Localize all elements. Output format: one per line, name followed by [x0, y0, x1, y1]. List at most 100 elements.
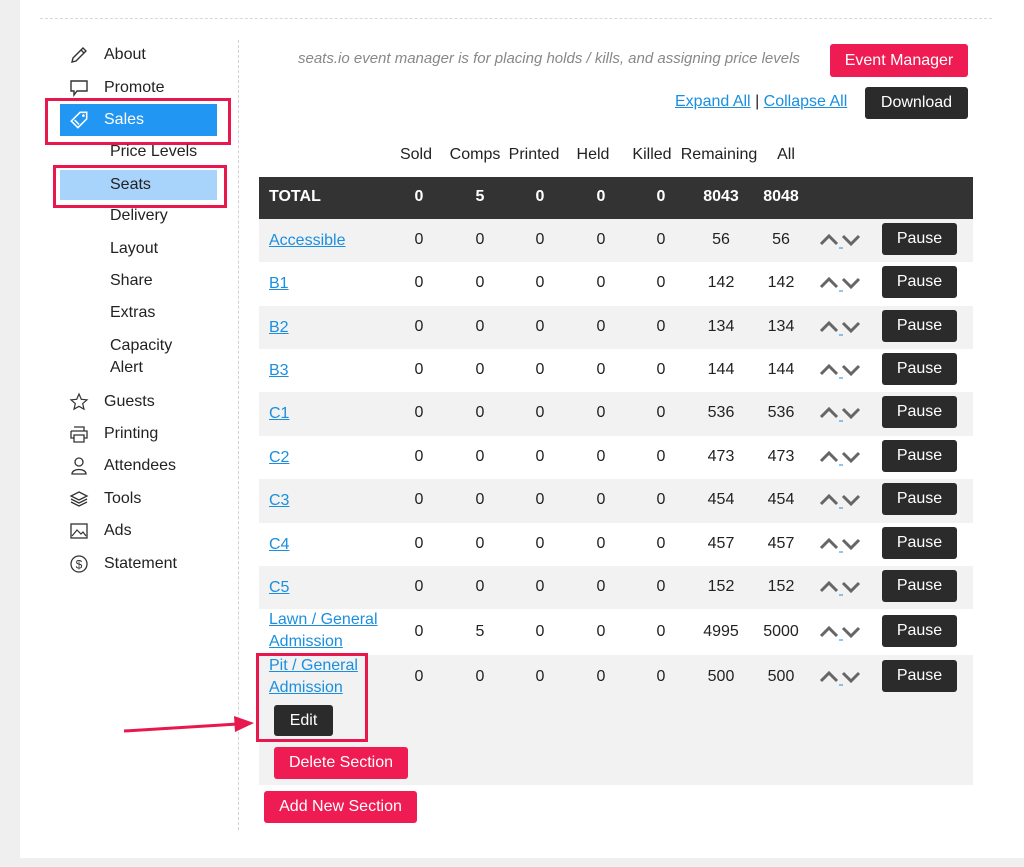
reorder-arrows[interactable] [819, 273, 865, 293]
chevron-up-icon[interactable] [819, 580, 839, 593]
cell-printed: 0 [535, 578, 545, 595]
cell-remaining: 152 [707, 578, 735, 595]
reorder-arrows[interactable] [819, 360, 865, 380]
cell-sold: 0 [414, 535, 424, 552]
cell-sold: 0 [414, 578, 424, 595]
chevron-down-icon[interactable] [841, 277, 861, 290]
cell-comps: 0 [475, 318, 485, 335]
pause-button[interactable]: Pause [882, 570, 957, 602]
cell-killed: 0 [656, 318, 666, 335]
chevron-down-icon[interactable] [841, 321, 861, 334]
chevron-up-icon[interactable] [819, 625, 839, 638]
pause-button[interactable]: Pause [882, 310, 957, 342]
collapse-all-link[interactable]: Collapse All [764, 93, 848, 110]
sidebar-sub-label: Capacity [110, 337, 173, 354]
chevron-down-icon[interactable] [841, 364, 861, 377]
add-new-section-button[interactable]: Add New Section [264, 791, 417, 823]
reorder-arrows[interactable] [819, 447, 865, 467]
cell-remaining: 500 [707, 668, 735, 685]
sidebar-sub-capacity-alert[interactable]: Capacity Alert [110, 335, 172, 379]
section-name-link[interactable]: B3 [269, 360, 289, 382]
reorder-arrows[interactable] [819, 403, 865, 423]
chevron-up-icon[interactable] [819, 537, 839, 550]
pencil-icon [68, 44, 90, 66]
sidebar-item-promote[interactable]: Promote [68, 76, 164, 100]
pause-button[interactable]: Pause [882, 353, 957, 385]
cell-held: 0 [596, 491, 606, 508]
cell-killed: 0 [656, 623, 666, 640]
chevron-down-icon[interactable] [841, 626, 861, 639]
expand-all-link[interactable]: Expand All [675, 93, 751, 110]
pause-button[interactable]: Pause [882, 660, 957, 692]
sidebar-sub-delivery[interactable]: Delivery [110, 205, 168, 227]
sidebar-item-guests[interactable]: Guests [68, 390, 155, 414]
sidebar-item-statement[interactable]: $ Statement [68, 552, 177, 576]
reorder-arrows[interactable] [819, 317, 865, 337]
pause-button[interactable]: Pause [882, 440, 957, 472]
section-name-link[interactable]: C1 [269, 403, 289, 425]
chevron-up-icon[interactable] [819, 233, 839, 246]
sidebar-item-tools[interactable]: Tools [68, 487, 141, 511]
cell-comps: 0 [475, 491, 485, 508]
section-name-link[interactable]: C5 [269, 577, 289, 599]
sidebar-item-ads[interactable]: Ads [68, 519, 132, 543]
sidebar-item-label: Statement [104, 555, 177, 572]
section-name-link[interactable]: C4 [269, 534, 289, 556]
sidebar-sub-price-levels[interactable]: Price Levels [110, 141, 197, 163]
reorder-arrows[interactable] [819, 577, 865, 597]
sidebar-item-attendees[interactable]: Attendees [68, 454, 176, 478]
section-name-link[interactable]: B2 [269, 317, 289, 339]
delete-section-button[interactable]: Delete Section [274, 747, 408, 779]
total-label: TOTAL [269, 188, 321, 205]
chevron-up-icon[interactable] [819, 493, 839, 506]
column-header-remaining: Remaining [680, 146, 758, 163]
sidebar-sub-share[interactable]: Share [110, 270, 153, 292]
pause-button[interactable]: Pause [882, 223, 957, 255]
chevron-up-icon[interactable] [819, 363, 839, 376]
chevron-down-icon[interactable] [841, 234, 861, 247]
reorder-arrows[interactable] [819, 622, 865, 642]
cell-sold: 0 [414, 623, 424, 640]
chevron-up-icon[interactable] [819, 670, 839, 683]
sidebar-item-about[interactable]: About [68, 43, 146, 67]
sidebar-item-printing[interactable]: Printing [68, 422, 158, 446]
reorder-arrows[interactable] [819, 534, 865, 554]
chevron-down-icon[interactable] [841, 494, 861, 507]
sidebar-sub-layout[interactable]: Layout [110, 238, 158, 260]
cell-all: 536 [767, 404, 795, 421]
pause-button[interactable]: Pause [882, 396, 957, 428]
chevron-up-icon[interactable] [819, 406, 839, 419]
chevron-down-icon[interactable] [841, 451, 861, 464]
chevron-up-icon[interactable] [819, 276, 839, 289]
section-name-link[interactable]: B1 [269, 273, 289, 295]
total-row: TOTAL 0 5 0 0 0 8043 8048 [259, 177, 973, 219]
chevron-up-icon[interactable] [819, 320, 839, 333]
total-printed: 0 [535, 188, 545, 205]
cell-comps: 0 [475, 448, 485, 465]
sales-highlight-box [45, 98, 231, 145]
table-row: C2 0 0 0 0 0 473 473 Pause [259, 436, 973, 479]
section-name-link[interactable]: C2 [269, 447, 289, 469]
section-name-link[interactable]: Lawn / General Admission [269, 609, 378, 653]
reorder-arrows[interactable] [819, 667, 865, 687]
event-manager-button[interactable]: Event Manager [830, 44, 968, 77]
pause-button[interactable]: Pause [882, 527, 957, 559]
download-button[interactable]: Download [865, 87, 968, 119]
section-name-link[interactable]: C3 [269, 490, 289, 512]
chevron-down-icon[interactable] [841, 671, 861, 684]
reorder-arrows[interactable] [819, 230, 865, 250]
reorder-arrows[interactable] [819, 490, 865, 510]
column-header-held: Held [576, 146, 610, 163]
pause-button[interactable]: Pause [882, 615, 957, 647]
sidebar-sub-extras[interactable]: Extras [110, 302, 155, 324]
cell-comps: 0 [475, 274, 485, 291]
chevron-down-icon[interactable] [841, 581, 861, 594]
chevron-down-icon[interactable] [841, 538, 861, 551]
pause-button[interactable]: Pause [882, 266, 957, 298]
section-name-link[interactable]: Accessible [269, 230, 345, 252]
cell-sold: 0 [414, 448, 424, 465]
pause-button[interactable]: Pause [882, 483, 957, 515]
chevron-down-icon[interactable] [841, 407, 861, 420]
total-killed: 0 [656, 188, 666, 205]
chevron-up-icon[interactable] [819, 450, 839, 463]
